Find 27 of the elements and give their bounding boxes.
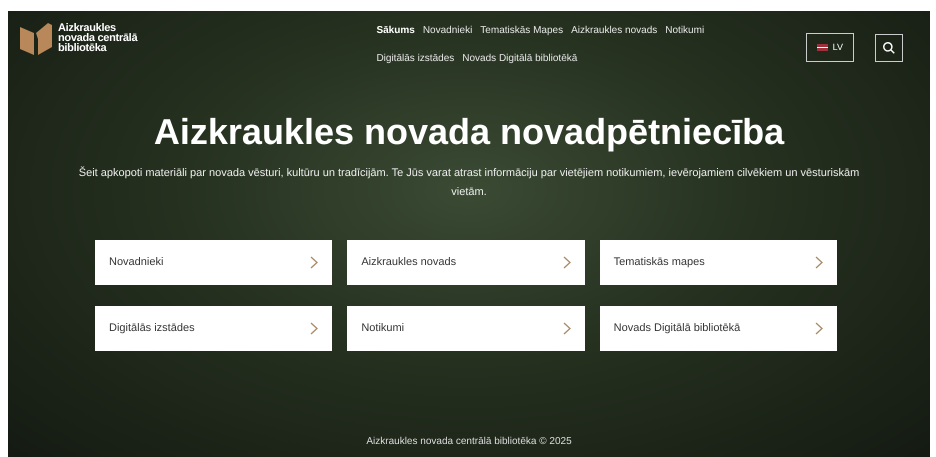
footer-text: Aizkraukles novada centrālā bibliotēka © 2025 (365, 435, 573, 449)
hero-description: Šeit apkopoti materiāli par novada vēsturi, kultūru un tradīcijām. Te Jūs varat atrast informāciju par vietējiem notikumiem, ievērojamiem cilvēkiem un vēsturiskām vietām. (78, 165, 860, 200)
chevron-right-icon (310, 322, 318, 335)
nav-link[interactable]: Sākums (376, 23, 415, 38)
chevron-right-icon (562, 322, 571, 335)
nav-link[interactable]: Tematiskās Mapes (480, 23, 564, 38)
logo-text[interactable]: Aizkraukles novada centrālā bibliotēka (58, 23, 138, 53)
chevron-right-icon (814, 322, 823, 335)
nav-link[interactable]: Notikumi (665, 23, 704, 38)
nav-link[interactable]: Aizkraukles novads (571, 23, 658, 38)
category-card[interactable]: Notikumi (347, 306, 585, 351)
chevron-right-icon (814, 256, 823, 269)
chevron-right-icon (310, 256, 318, 269)
category-card[interactable]: Novadnieki (95, 240, 332, 285)
category-card[interactable]: Digitālās izstādes (95, 306, 332, 351)
hero-title: Aizkraukles novada novadpētniecība (152, 110, 786, 154)
flag-icon (816, 44, 828, 51)
search-button[interactable] (874, 34, 903, 62)
nav-link[interactable]: Novads Digitālā bibliotēkā (462, 51, 578, 66)
category-card[interactable]: Tematiskās mapes (600, 240, 837, 285)
category-card[interactable]: Aizkraukles novads (347, 240, 585, 285)
chevron-right-icon (562, 256, 571, 269)
nav-link[interactable]: Digitālās izstādes (376, 51, 454, 66)
search-icon (882, 40, 896, 54)
category-card[interactable]: Novads Digitālā bibliotēkā (600, 306, 837, 351)
nav-link[interactable]: Novadnieki (422, 23, 472, 38)
language-button[interactable]: LV (806, 33, 854, 62)
